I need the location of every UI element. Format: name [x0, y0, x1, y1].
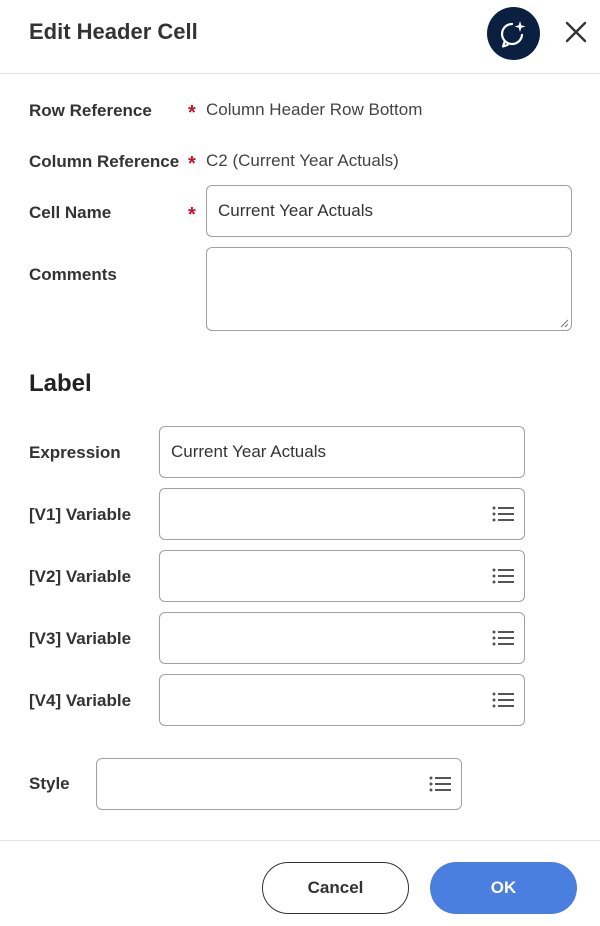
column-reference-value: C2 (Current Year Actuals): [206, 151, 399, 170]
comments-label: Comments: [29, 265, 117, 284]
expression-input-value: Current Year Actuals: [171, 442, 326, 461]
row-reference-label: Row Reference: [29, 101, 152, 120]
list-prompt-icon[interactable]: [492, 505, 514, 523]
v1-variable-prompt[interactable]: [159, 488, 525, 540]
style-prompt[interactable]: [96, 758, 462, 810]
v3-variable-label: [V3] Variable: [29, 629, 132, 648]
row-reference-value: Column Header Row Bottom: [206, 100, 423, 119]
v4-variable-label: [V4] Variable: [29, 691, 132, 710]
cell-name-input-value: Current Year Actuals: [218, 201, 373, 220]
required-marker: *: [188, 102, 196, 124]
v3-variable-prompt[interactable]: [159, 612, 525, 664]
v2-variable-prompt[interactable]: [159, 550, 525, 602]
resize-grip-icon[interactable]: [559, 318, 569, 328]
list-prompt-icon[interactable]: [492, 629, 514, 647]
style-label: Style: [29, 774, 70, 793]
v1-variable-label: [V1] Variable: [29, 505, 132, 524]
v2-variable-label: [V2] Variable: [29, 567, 132, 586]
cell-name-input[interactable]: Current Year Actuals: [206, 185, 572, 237]
list-prompt-icon[interactable]: [492, 691, 514, 709]
dialog-title: Edit Header Cell: [29, 19, 198, 44]
cancel-button[interactable]: Cancel: [262, 862, 409, 914]
required-marker: *: [188, 153, 196, 175]
ok-button[interactable]: OK: [430, 862, 577, 914]
required-marker: *: [188, 204, 196, 226]
cell-name-label: Cell Name: [29, 203, 112, 222]
comments-textarea[interactable]: [206, 247, 572, 331]
close-button[interactable]: [560, 16, 592, 48]
list-prompt-icon[interactable]: [492, 567, 514, 585]
label-section-title: Label: [29, 370, 92, 397]
column-reference-label: Column Reference: [29, 152, 180, 171]
close-icon: [565, 21, 587, 43]
ai-assistant-button[interactable]: [487, 7, 540, 60]
dialog-header: Edit Header Cell: [0, 0, 600, 74]
expression-input[interactable]: Current Year Actuals: [159, 426, 525, 478]
list-prompt-icon[interactable]: [429, 775, 451, 793]
expression-label: Expression: [29, 443, 121, 462]
v4-variable-prompt[interactable]: [159, 674, 525, 726]
sparkle-chat-icon: [500, 20, 525, 48]
